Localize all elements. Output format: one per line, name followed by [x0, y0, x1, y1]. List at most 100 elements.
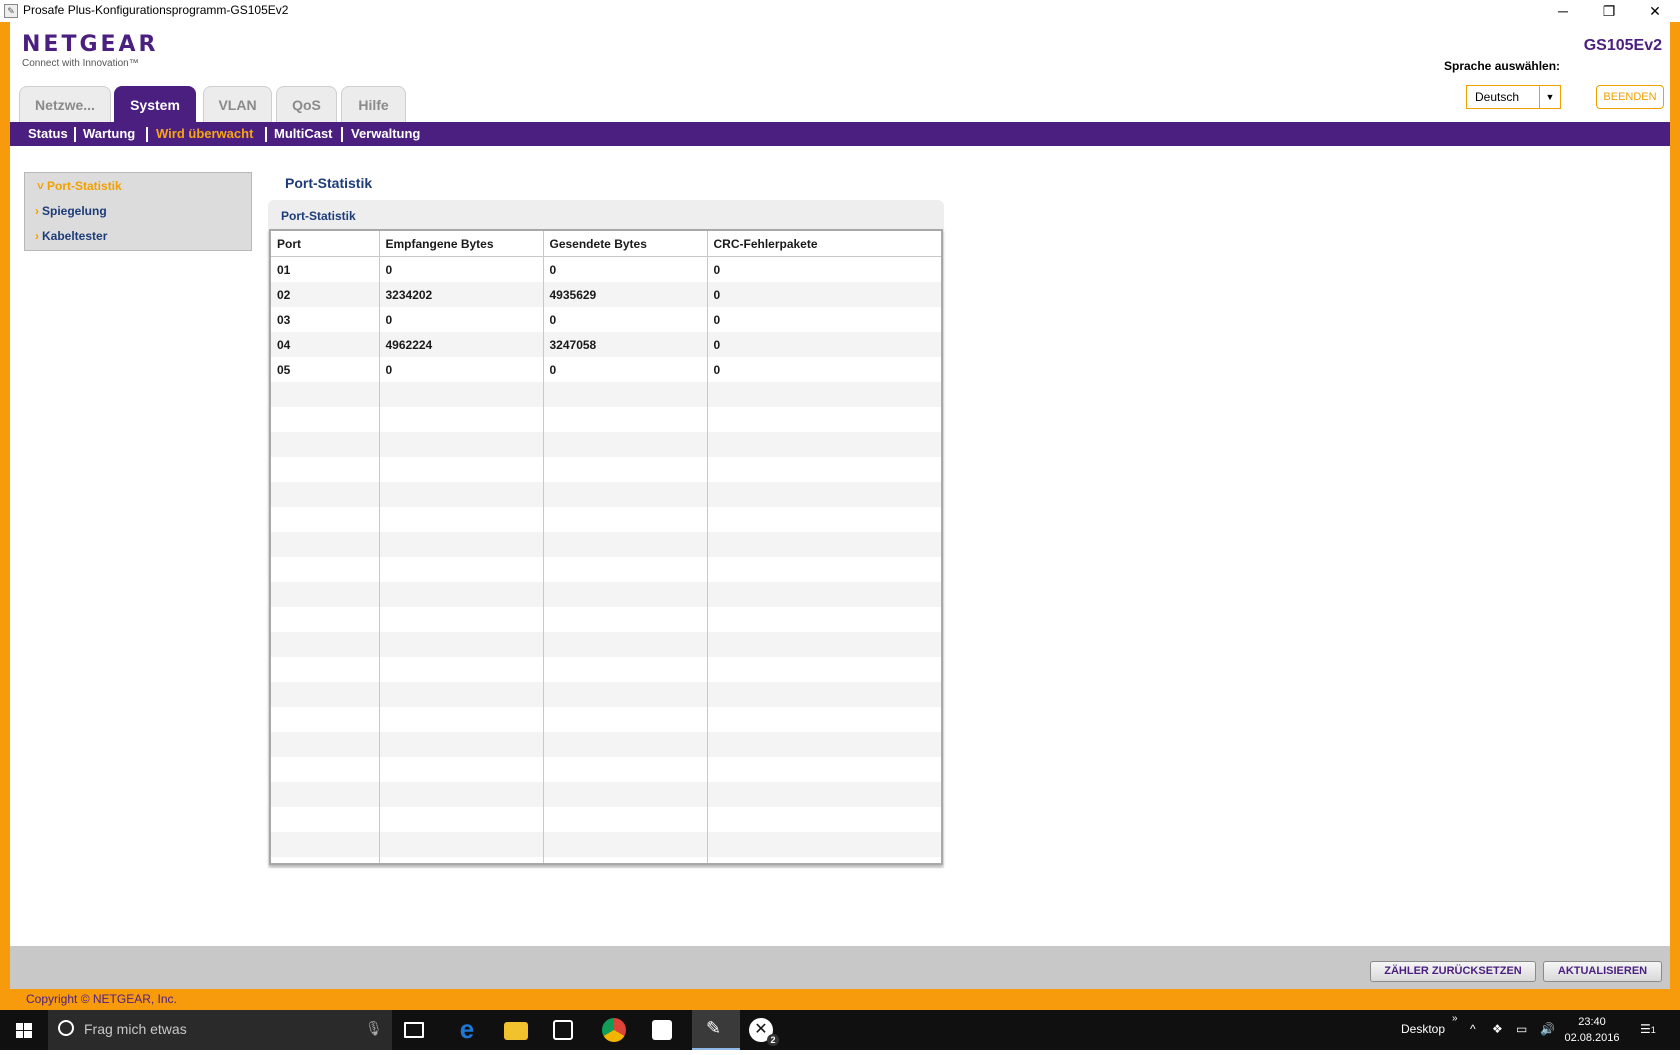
task-view-icon[interactable] [404, 1022, 424, 1038]
minimize-button[interactable]: ─ [1540, 0, 1586, 22]
subnav-maintenance[interactable]: Wartung [83, 126, 135, 141]
table-cell [543, 607, 708, 632]
clock-time: 23:40 [1578, 1016, 1606, 1028]
tab-help[interactable]: Hilfe [341, 86, 406, 124]
file-explorer-icon[interactable] [504, 1022, 528, 1040]
panel-title: Port-Statistik [281, 209, 356, 223]
toolbar-expand-icon[interactable]: » [1452, 1013, 1458, 1024]
table-cell: 0 [379, 256, 544, 282]
language-value: Deutsch [1475, 90, 1520, 104]
quit-button[interactable]: BEENDEN [1596, 85, 1664, 109]
close-button[interactable]: ✕ [1632, 0, 1678, 22]
reset-counters-button[interactable]: ZÄHLER ZURÜCKSETZEN [1370, 961, 1536, 982]
dropbox-icon[interactable]: ❖ [1492, 1022, 1503, 1036]
table-cell [379, 782, 544, 807]
table-cell [271, 432, 380, 457]
table-body: 01 0 0 0 02 3234202 4935629 0 03 0 0 0 04 4962224 3247… [271, 256, 941, 863]
show-hidden-icons-icon[interactable]: ^ [1470, 1022, 1476, 1036]
table-cell [379, 432, 544, 457]
chrome-icon[interactable] [602, 1018, 626, 1042]
desktop-toolbar[interactable]: Desktop [1401, 1022, 1445, 1036]
table-cell [379, 682, 544, 707]
table-cell: 02 [271, 282, 380, 307]
cortana-icon [58, 1020, 74, 1036]
table-cell [271, 807, 380, 832]
empty-table-row [271, 857, 941, 863]
tab-network[interactable]: Netzwe... [19, 86, 111, 124]
side-menu: ˅ Port-Statistik › Spiegelung › Kabeltester [24, 172, 252, 251]
table-cell [707, 857, 941, 863]
side-item-mirroring[interactable]: › Spiegelung [35, 204, 107, 218]
refresh-button[interactable]: AKTUALISIEREN [1543, 961, 1662, 982]
microphone-icon[interactable]: 🎙 [365, 1020, 383, 1037]
table-cell [271, 832, 380, 857]
empty-table-row [271, 457, 941, 482]
search-box[interactable]: Frag mich etwas [48, 1010, 392, 1050]
table-cell [707, 532, 941, 557]
subnav-management[interactable]: Verwaltung [351, 126, 420, 141]
table-cell [707, 507, 941, 532]
table-cell [271, 382, 380, 407]
table-cell [707, 732, 941, 757]
table-cell [543, 857, 708, 863]
table-cell [379, 857, 544, 863]
restore-button[interactable]: ❐ [1586, 0, 1632, 22]
window-title-bar: ✎ Prosafe Plus-Konfigurationsprogramm-GS… [0, 0, 1680, 22]
chevron-down-icon[interactable]: ▼ [1539, 86, 1560, 108]
table-cell [271, 757, 380, 782]
table-cell [379, 607, 544, 632]
table-cell [707, 757, 941, 782]
table-cell [707, 482, 941, 507]
table-cell [379, 557, 544, 582]
column-header-crc: CRC-Fehlerpakete [707, 231, 941, 257]
edge-icon[interactable]: e [455, 1016, 479, 1042]
windows-logo-icon [16, 1023, 32, 1038]
column-header-received: Empfangene Bytes [379, 231, 544, 257]
tab-system[interactable]: System [114, 86, 196, 126]
side-item-label: Port-Statistik [47, 179, 122, 193]
subnav-separator [74, 127, 76, 142]
subnav-multicast[interactable]: MultiCast [274, 126, 333, 141]
language-select[interactable]: Deutsch ▼ [1466, 85, 1561, 109]
app-content: NETGEAR Connect with Innovation™ GS105Ev… [10, 22, 1670, 989]
tab-vlan[interactable]: VLAN [203, 86, 272, 124]
prosafe-app-icon[interactable]: ✎ [692, 1010, 740, 1050]
table-cell [271, 657, 380, 682]
table-cell [543, 457, 708, 482]
table-row: 03 0 0 0 [271, 307, 941, 332]
empty-table-row [271, 407, 941, 432]
network-icon[interactable]: ▭ [1516, 1022, 1527, 1036]
table-cell [379, 507, 544, 532]
model-name: GS105Ev2 [1583, 37, 1662, 54]
table-cell: 0 [707, 282, 941, 307]
subnav-status[interactable]: Status [28, 126, 68, 141]
calculator-grid-icon[interactable] [652, 1020, 672, 1040]
xbox-icon[interactable]: ✕ 2 [749, 1018, 779, 1046]
notification-count: 1 [1650, 1025, 1656, 1035]
table-cell [379, 807, 544, 832]
table-cell [543, 632, 708, 657]
start-button[interactable] [0, 1010, 48, 1050]
tab-qos[interactable]: QoS [276, 86, 337, 124]
empty-table-row [271, 782, 941, 807]
subnav-monitoring[interactable]: Wird überwacht [156, 126, 253, 141]
side-item-cable-tester[interactable]: › Kabeltester [35, 229, 107, 243]
store-icon[interactable] [553, 1020, 573, 1040]
table-cell: 0 [707, 357, 941, 382]
table-cell [707, 657, 941, 682]
side-item-label: Kabeltester [42, 229, 108, 243]
table-cell [543, 557, 708, 582]
empty-table-row [271, 507, 941, 532]
column-header-sent: Gesendete Bytes [543, 231, 708, 257]
table-cell [271, 557, 380, 582]
clock[interactable]: 23:40 02.08.2016 [1557, 1014, 1627, 1046]
table-cell [271, 782, 380, 807]
side-item-port-statistics[interactable]: ˅ Port-Statistik [37, 179, 122, 193]
action-center-icon[interactable]: ☰1 [1640, 1022, 1656, 1036]
volume-icon[interactable]: 🔊 [1540, 1022, 1555, 1036]
statistics-table-container[interactable]: Port Empfangene Bytes Gesendete Bytes CR… [269, 229, 943, 865]
table-row: 02 3234202 4935629 0 [271, 282, 941, 307]
table-cell: 05 [271, 357, 380, 382]
table-cell [379, 632, 544, 657]
table-cell [707, 407, 941, 432]
